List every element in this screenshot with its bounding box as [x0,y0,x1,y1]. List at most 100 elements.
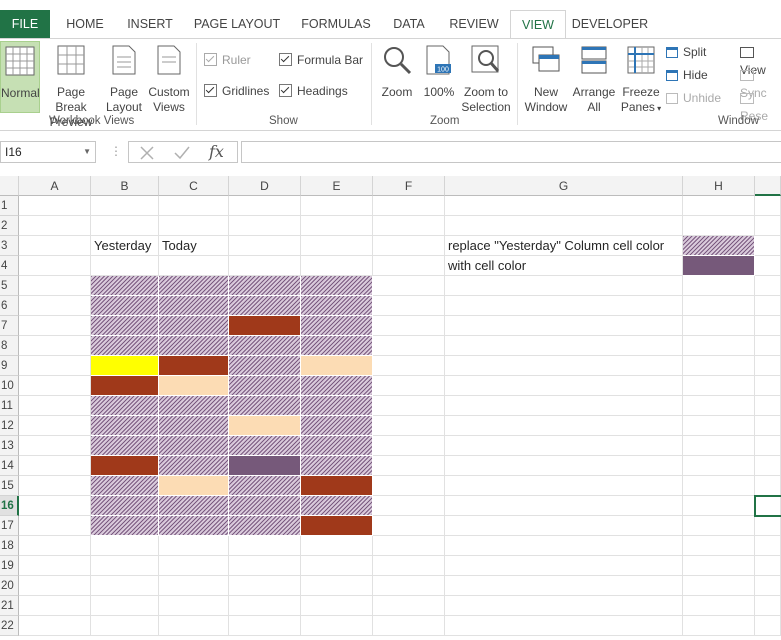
headings-checkbox[interactable]: Headings [279,83,348,99]
tab-view[interactable]: VIEW [510,10,566,39]
filled-cell-c9[interactable] [159,356,229,376]
cell-i3[interactable] [755,236,781,256]
cell-f6[interactable] [373,296,445,316]
filled-cell-b17[interactable] [91,516,159,536]
filled-cell-c13[interactable] [159,436,229,456]
filled-cell-e10[interactable] [301,376,373,396]
cell-a15[interactable] [19,476,91,496]
synchronous-scrolling-button[interactable]: Sync [740,66,781,100]
filled-cell-d11[interactable] [229,396,301,416]
cell-e1[interactable] [301,196,373,216]
cell-h22[interactable] [683,616,755,636]
filled-cell-d10[interactable] [229,376,301,396]
cell-i5[interactable] [755,276,781,296]
cell-h13[interactable] [683,436,755,456]
cell-e4[interactable] [301,256,373,276]
cell-i21[interactable] [755,596,781,616]
cell-f3[interactable] [373,236,445,256]
filled-cell-b13[interactable] [91,436,159,456]
cell-d19[interactable] [229,556,301,576]
cell-b2[interactable] [91,216,159,236]
cell-i18[interactable] [755,536,781,556]
filled-cell-b9[interactable] [91,356,159,376]
row-header-7[interactable]: 7 [0,316,19,336]
cell-h20[interactable] [683,576,755,596]
cell-f2[interactable] [373,216,445,236]
cell-h7[interactable] [683,316,755,336]
cell-g5[interactable] [445,276,683,296]
page-break-preview-button[interactable]: Page Break Preview [40,41,102,129]
cell-g8[interactable] [445,336,683,356]
cell-b19[interactable] [91,556,159,576]
tab-home[interactable]: HOME [58,10,112,38]
cell-i6[interactable] [755,296,781,316]
cell-e18[interactable] [301,536,373,556]
filled-cell-c7[interactable] [159,316,229,336]
row-header-11[interactable]: 11 [0,396,19,416]
filled-cell-d17[interactable] [229,516,301,536]
cell-a17[interactable] [19,516,91,536]
cell-i12[interactable] [755,416,781,436]
filled-cell-c8[interactable] [159,336,229,356]
filled-cell-b12[interactable] [91,416,159,436]
cell-f1[interactable] [373,196,445,216]
cell-g15[interactable] [445,476,683,496]
cell-a11[interactable] [19,396,91,416]
cell-f16[interactable] [373,496,445,516]
cell-g7[interactable] [445,316,683,336]
row-header-8[interactable]: 8 [0,336,19,356]
tab-formulas[interactable]: FORMULAS [296,10,376,38]
column-header-d[interactable]: D [229,176,301,196]
filled-cell-b11[interactable] [91,396,159,416]
filled-cell-d9[interactable] [229,356,301,376]
row-header-17[interactable]: 17 [0,516,19,536]
column-header-e[interactable]: E [301,176,373,196]
cell-b22[interactable] [91,616,159,636]
custom-views-button[interactable]: Custom Views [146,41,192,114]
zoom-100-button[interactable]: 100 100% [420,41,458,111]
name-box[interactable]: I16 ▼ [0,141,96,163]
filled-cell-e11[interactable] [301,396,373,416]
tab-developer[interactable]: DEVELOPER [570,10,650,38]
cell-e3[interactable] [301,236,373,256]
cell-i1[interactable] [755,196,781,216]
cell-a9[interactable] [19,356,91,376]
cell-e22[interactable] [301,616,373,636]
cell-g10[interactable] [445,376,683,396]
cell-c20[interactable] [159,576,229,596]
row-header-20[interactable]: 20 [0,576,19,596]
filled-cell-c15[interactable] [159,476,229,496]
cell-f14[interactable] [373,456,445,476]
cancel-icon[interactable] [139,145,155,161]
filled-cell-b10[interactable] [91,376,159,396]
cell-a4[interactable] [19,256,91,276]
filled-cell-b6[interactable] [91,296,159,316]
cell-f5[interactable] [373,276,445,296]
cell-h8[interactable] [683,336,755,356]
filled-cell-c17[interactable] [159,516,229,536]
filled-cell-d5[interactable] [229,276,301,296]
row-header-22[interactable]: 22 [0,616,19,636]
hide-button[interactable]: Hide [666,66,708,84]
active-cell-i16[interactable] [754,495,781,517]
cell-e2[interactable] [301,216,373,236]
tab-page-layout[interactable]: PAGE LAYOUT [190,10,284,38]
cell-b20[interactable] [91,576,159,596]
cell-i11[interactable] [755,396,781,416]
name-box-dropdown-icon[interactable]: ▼ [83,142,91,162]
filled-cell-e5[interactable] [301,276,373,296]
cell-a6[interactable] [19,296,91,316]
filled-cell-e12[interactable] [301,416,373,436]
cell-a7[interactable] [19,316,91,336]
row-header-5[interactable]: 5 [0,276,19,296]
filled-cell-b8[interactable] [91,336,159,356]
cell-b18[interactable] [91,536,159,556]
column-header-f[interactable]: F [373,176,445,196]
tab-data[interactable]: DATA [384,10,434,38]
row-header-1[interactable]: 1 [0,196,19,216]
cell-d20[interactable] [229,576,301,596]
select-all-corner[interactable] [0,176,19,196]
cell-h21[interactable] [683,596,755,616]
new-window-button[interactable]: New Window [522,41,570,114]
cell-i15[interactable] [755,476,781,496]
